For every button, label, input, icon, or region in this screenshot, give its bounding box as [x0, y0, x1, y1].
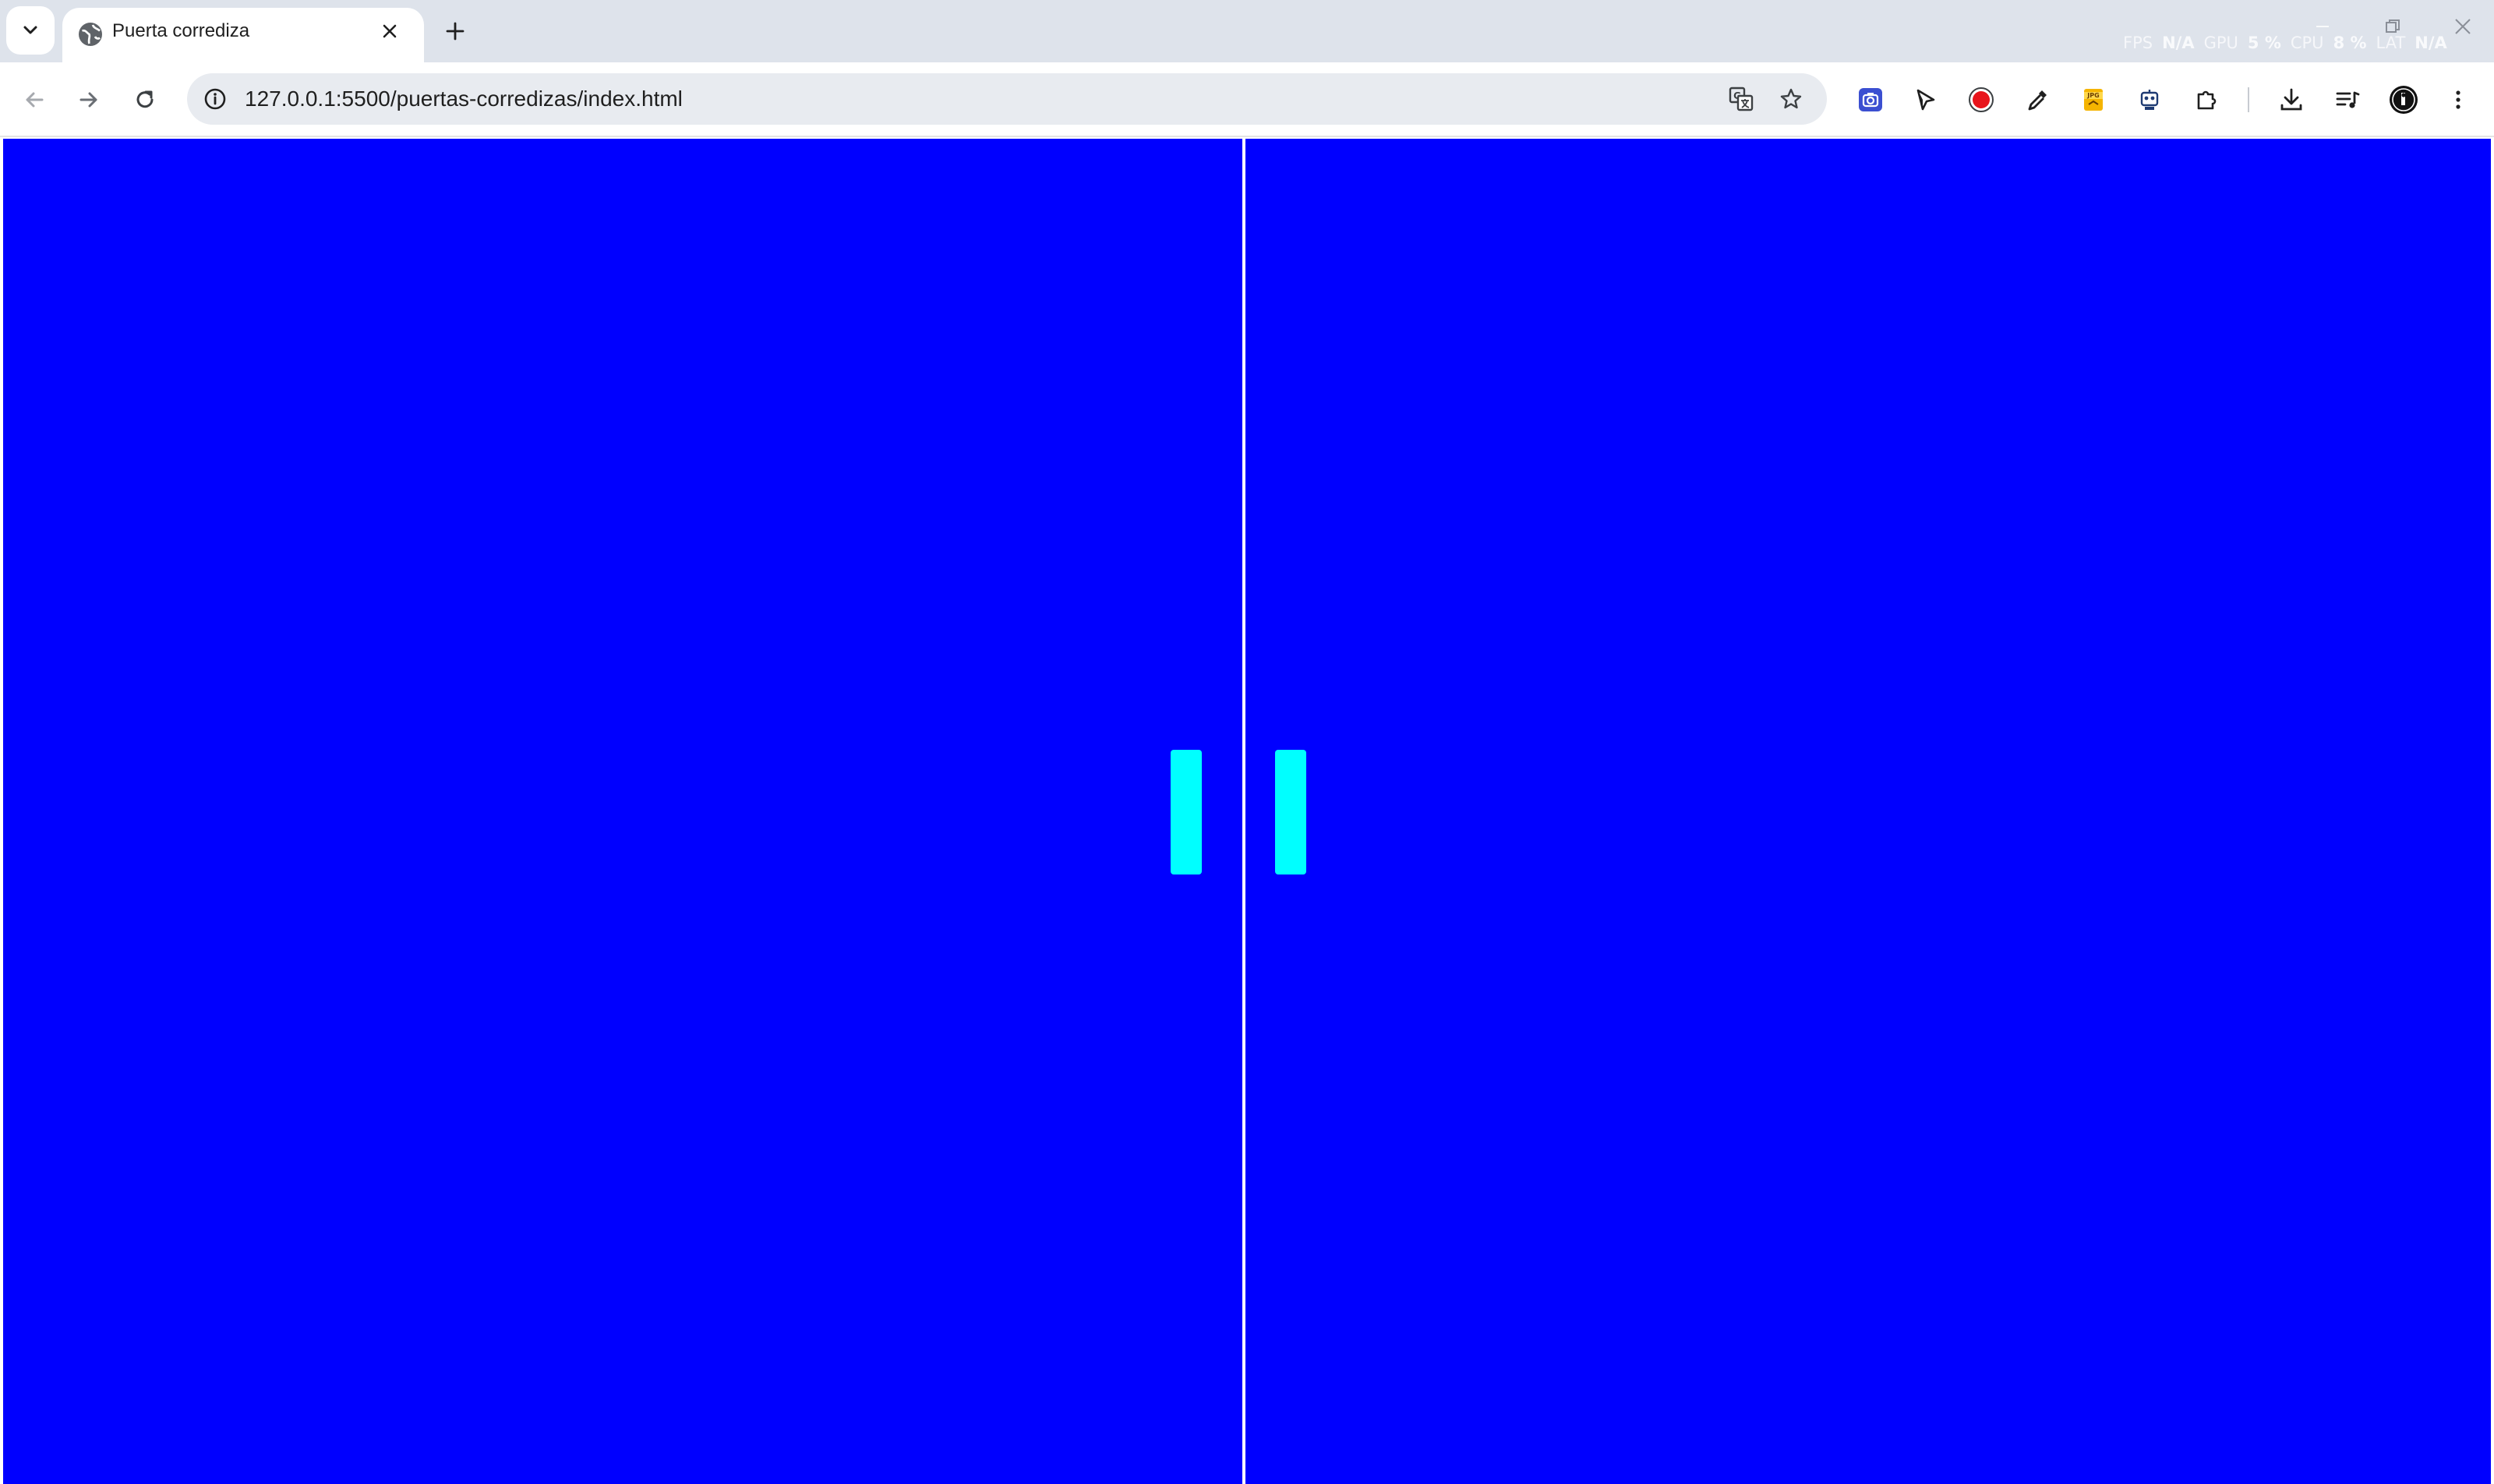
forward-icon	[79, 92, 97, 108]
robot-extension-icon	[2140, 90, 2159, 110]
downloads-icon	[2280, 88, 2302, 111]
restore-icon	[2386, 19, 2400, 33]
fps-label: FPS	[2123, 34, 2153, 52]
page-viewport	[0, 139, 2494, 1484]
menu-icon	[2456, 90, 2460, 109]
media-queue-button[interactable]	[2326, 78, 2369, 122]
restore-button[interactable]	[2380, 14, 2405, 39]
fps-value: N/A	[2162, 34, 2195, 52]
right-door[interactable]	[1245, 139, 2491, 1484]
new-tab-button[interactable]	[436, 12, 474, 50]
media-queue-icon	[2336, 91, 2360, 108]
address-bar[interactable]: 127.0.0.1:5500/puertas-corredizas/index.…	[187, 73, 1827, 125]
record-extension-button[interactable]	[1959, 78, 2003, 122]
window-controls	[2310, 14, 2475, 39]
translate-button[interactable]: G	[1722, 80, 1760, 118]
jpg-extension-icon: JPG	[2084, 89, 2103, 111]
reload-icon	[136, 90, 154, 108]
chevron-down-icon	[23, 26, 37, 34]
url-text[interactable]: 127.0.0.1:5500/puertas-corredizas/index.…	[245, 73, 683, 125]
globe-icon	[79, 23, 102, 46]
plus-icon	[446, 22, 465, 41]
eyedropper-extension-icon	[2028, 90, 2047, 111]
reload-button[interactable]	[123, 78, 167, 122]
robot-extension-button[interactable]	[2128, 78, 2171, 122]
close-icon	[383, 24, 397, 38]
tab-strip: Puerta corrediza FPS N/A GPU 5 % CPU 8 %…	[0, 0, 2494, 62]
cursor-extension-button[interactable]	[1903, 78, 1947, 122]
eyedropper-extension-button[interactable]	[2015, 78, 2059, 122]
camera-extension-icon	[1859, 88, 1882, 111]
camera-extension-button[interactable]	[1849, 78, 1892, 122]
back-button[interactable]	[12, 78, 56, 122]
bookmark-star-icon	[1780, 88, 1802, 109]
active-tab[interactable]: Puerta corrediza	[62, 8, 424, 62]
cursor-extension-icon	[1916, 89, 1935, 111]
profile-icon	[2390, 86, 2418, 114]
minimize-button[interactable]	[2310, 14, 2335, 39]
browser-toolbar: 127.0.0.1:5500/puertas-corredizas/index.…	[0, 62, 2494, 137]
gpu-value: 5 %	[2247, 34, 2281, 52]
tab-search-button[interactable]	[6, 6, 55, 55]
close-window-button[interactable]	[2450, 14, 2475, 39]
tab-close-button[interactable]	[373, 14, 407, 48]
tab-title: Puerta corrediza	[112, 20, 250, 41]
extensions-puzzle-icon	[2197, 90, 2217, 110]
forward-button[interactable]	[67, 78, 111, 122]
toolbar-separator	[2248, 87, 2249, 112]
jpg-extension-button[interactable]: JPG	[2072, 78, 2115, 122]
site-info-button[interactable]	[196, 80, 234, 118]
downloads-button[interactable]	[2270, 78, 2313, 122]
minimize-icon	[2316, 26, 2329, 27]
right-edge	[2491, 139, 2494, 1484]
bookmark-button[interactable]	[1772, 80, 1810, 118]
right-door-handle[interactable]	[1275, 750, 1306, 874]
translate-icon: G	[1729, 87, 1754, 111]
profile-button[interactable]	[2382, 78, 2425, 122]
svg-text:JPG: JPG	[2086, 92, 2099, 99]
gpu-label: GPU	[2203, 34, 2238, 52]
extensions-button[interactable]	[2185, 78, 2229, 122]
chrome-menu-button[interactable]	[2436, 78, 2480, 122]
close-window-icon	[2455, 19, 2471, 34]
record-extension-icon	[1969, 87, 1994, 112]
back-icon	[26, 92, 44, 108]
left-door-handle[interactable]	[1171, 750, 1202, 874]
site-info-icon	[204, 88, 226, 110]
left-door[interactable]	[3, 139, 1242, 1484]
